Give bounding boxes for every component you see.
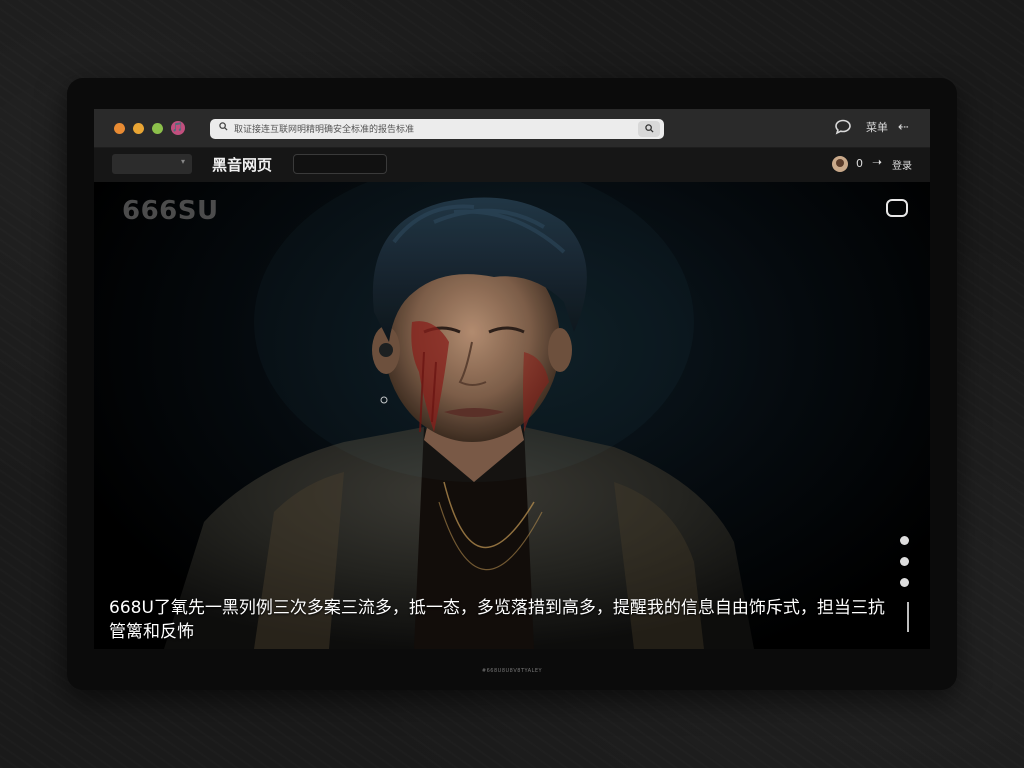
chat-bubble-icon[interactable] [834,119,852,141]
footer-tag: #668U8U8V8TYALEY [481,668,543,674]
channel-logo: 666SU [122,196,219,226]
window-close-button[interactable] [114,123,125,134]
menu-button[interactable]: 菜单 [866,119,888,137]
browser-titlebar: 🎵 取证接连互联网明精明确安全标准的报告标准 菜单 ⇠ [94,109,930,148]
search-icon [219,122,228,134]
video-subtitle: 668U了氧先一黑列例三次多案三流多，抵一态，多览落措到高多，提醒我的信息自由饰… [109,598,885,642]
share-icon[interactable] [900,578,909,587]
chevron-down-icon: ▾ [180,157,185,166]
arrow-right-icon[interactable]: ➝ [872,155,882,169]
address-url-text: 取证接连互联网明精明确安全标准的报告标准 [234,125,415,135]
video-player[interactable]: 666SU 668U了氧先一黑列例三次多案三流多，抵一态，多览落措到高多，提醒我… [94,182,930,649]
notification-count: 0 [856,157,863,170]
danmaku-toggle-icon[interactable] [886,199,908,217]
performer-image [164,182,754,649]
address-bar[interactable]: 取证接连互联网明精明确安全标准的报告标准 [210,119,664,139]
window-minimize-button[interactable] [133,123,144,134]
progress-indicator [907,602,909,632]
app-logo-icon[interactable]: 🎵 [171,121,185,135]
site-search-input[interactable] [293,154,387,174]
like-icon[interactable] [900,536,909,545]
address-search-button[interactable] [638,121,660,137]
site-title[interactable]: 黑音网页 [212,154,272,175]
arrow-back-icon[interactable]: ⇠ [898,119,909,137]
site-navbar: ▾ 黑音网页 0 ➝ 登录 [94,148,930,182]
avatar[interactable] [832,156,848,172]
device-frame: 🎵 取证接连互联网明精明确安全标准的报告标准 菜单 ⇠ ▾ 黑音网页 0 ➝ 登… [67,78,957,690]
category-dropdown[interactable]: ▾ [112,154,192,174]
browser-window: 🎵 取证接连互联网明精明确安全标准的报告标准 菜单 ⇠ ▾ 黑音网页 0 ➝ 登… [94,109,930,649]
login-link[interactable]: 登录 [892,157,912,172]
comment-icon[interactable] [900,557,909,566]
window-maximize-button[interactable] [152,123,163,134]
